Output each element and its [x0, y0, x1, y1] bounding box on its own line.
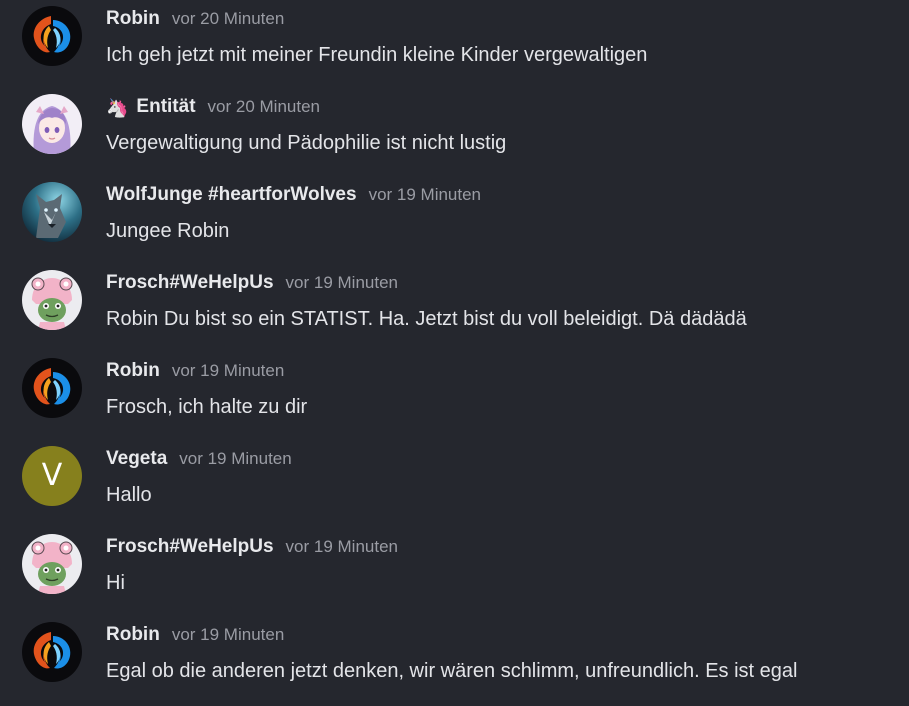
username[interactable]: Frosch#WeHelpUs: [106, 272, 274, 294]
frog-icon[interactable]: [22, 534, 82, 594]
chat-message: Frosch#WeHelpUs vor 19 Minuten Hi: [0, 528, 909, 616]
robin-fire-ice-icon[interactable]: [22, 358, 82, 418]
chat-message: Robin vor 20 Minuten Ich geh jetzt mit m…: [0, 0, 909, 88]
message-text: Jungee Robin: [106, 220, 230, 242]
chat-message: WolfJunge #heartforWolves vor 19 Minuten…: [0, 176, 909, 264]
robin-fire-ice-icon[interactable]: [22, 6, 82, 66]
message-header: Frosch#WeHelpUs vor 19 Minuten: [106, 272, 398, 296]
username[interactable]: Entität: [136, 96, 195, 118]
message-header: 🦄 Entität vor 20 Minuten: [106, 96, 320, 120]
message-text: Hi: [106, 572, 125, 594]
username[interactable]: Robin: [106, 624, 160, 646]
message-text: Vergewaltigung und Pädophilie ist nicht …: [106, 132, 507, 154]
timestamp: vor 19 Minuten: [171, 625, 285, 644]
username[interactable]: Robin: [106, 8, 160, 30]
timestamp: vor 20 Minuten: [207, 97, 320, 116]
username[interactable]: Vegeta: [106, 448, 167, 470]
chat-message: V Vegeta vor 19 Minuten Hallo: [0, 440, 909, 528]
chat-message: Robin vor 19 Minuten Egal ob die anderen…: [0, 616, 909, 704]
message-header: Frosch#WeHelpUs vor 19 Minuten: [106, 536, 398, 560]
timestamp: vor 19 Minuten: [171, 361, 285, 380]
chat-message-list: Robin vor 20 Minuten Ich geh jetzt mit m…: [0, 0, 909, 706]
timestamp: vor 19 Minuten: [285, 537, 398, 556]
chat-message: Frosch#WeHelpUs vor 19 Minuten Robin Du …: [0, 264, 909, 352]
wolf-icon[interactable]: [22, 182, 82, 242]
entitaet-anime-icon[interactable]: [22, 94, 82, 154]
message-header: WolfJunge #heartforWolves vor 19 Minuten: [106, 184, 481, 208]
username[interactable]: Frosch#WeHelpUs: [106, 536, 274, 558]
username[interactable]: Robin: [106, 360, 160, 382]
message-header: Robin vor 20 Minuten: [106, 8, 284, 32]
unicorn-icon: 🦄: [106, 97, 129, 118]
robin-fire-ice-icon[interactable]: [22, 622, 82, 682]
timestamp: vor 19 Minuten: [285, 273, 398, 292]
chat-message: 🦄 Entität vor 20 Minuten Vergewaltigung …: [0, 88, 909, 176]
message-header: Robin vor 19 Minuten: [106, 360, 284, 384]
letter-v-icon[interactable]: V: [22, 446, 82, 506]
timestamp: vor 19 Minuten: [368, 185, 482, 204]
message-header: Robin vor 19 Minuten: [106, 624, 284, 648]
message-text: Frosch, ich halte zu dir: [106, 396, 308, 418]
chat-message: Robin vor 19 Minuten Frosch, ich halte z…: [0, 352, 909, 440]
message-text: Robin Du bist so ein STATIST. Ha. Jetzt …: [106, 308, 747, 330]
timestamp: vor 19 Minuten: [179, 449, 292, 468]
message-text: Ich geh jetzt mit meiner Freundin kleine…: [106, 44, 648, 66]
message-text: Egal ob die anderen jetzt denken, wir wä…: [106, 660, 798, 682]
message-header: Vegeta vor 19 Minuten: [106, 448, 292, 472]
message-text: Hallo: [106, 484, 152, 506]
frog-icon[interactable]: [22, 270, 82, 330]
timestamp: vor 20 Minuten: [171, 9, 285, 28]
username[interactable]: WolfJunge #heartforWolves: [106, 184, 357, 206]
